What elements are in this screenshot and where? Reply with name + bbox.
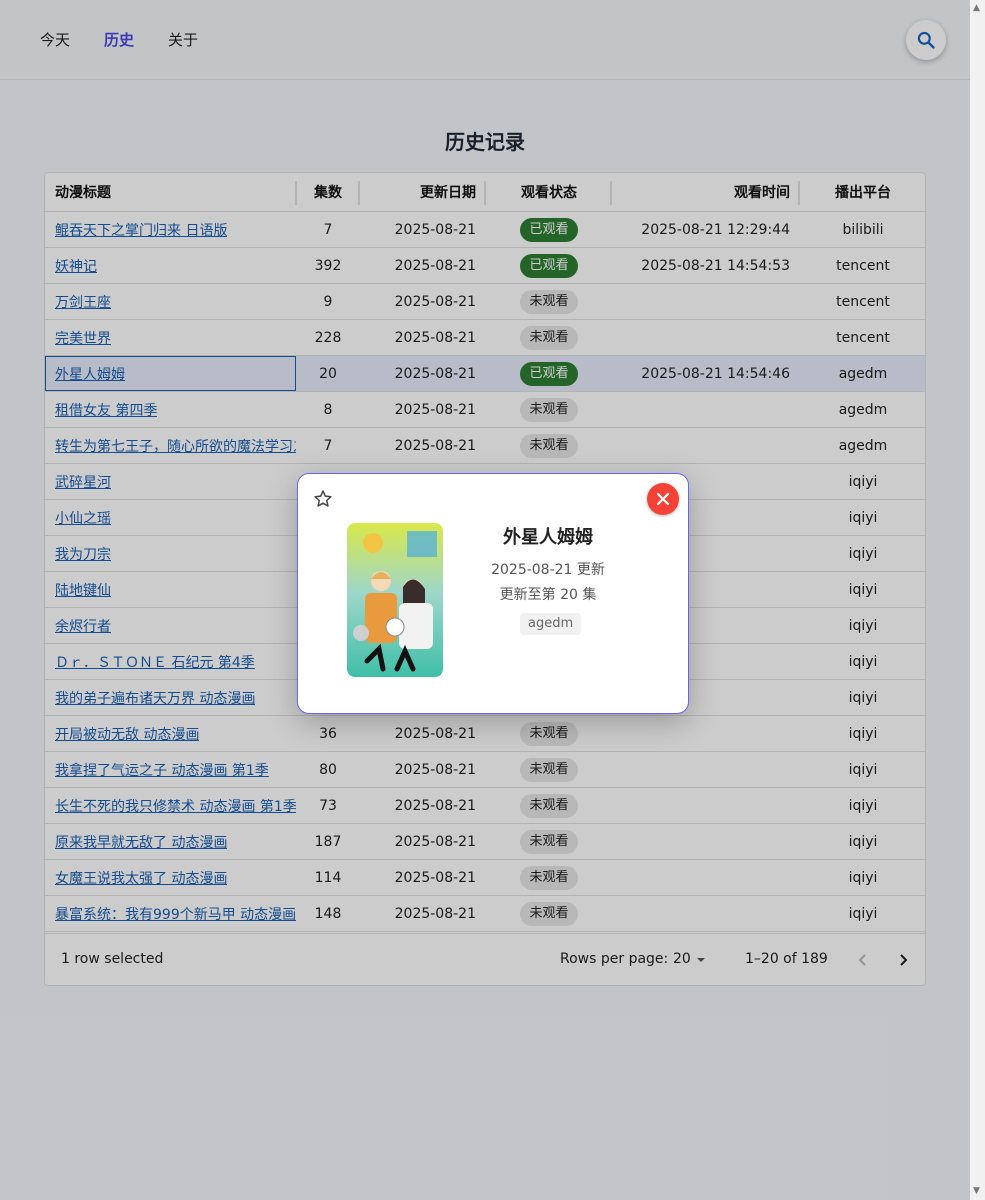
anime-detail-dialog: 外星人姆姆 2025-08-21 更新 更新至第 20 集 agedm bbox=[297, 473, 689, 714]
anime-poster bbox=[347, 523, 443, 677]
page-scrollbar[interactable]: ▲ ▼ bbox=[970, 0, 985, 1200]
close-button[interactable] bbox=[647, 483, 679, 515]
dialog-update-date: 2025-08-21 更新 bbox=[491, 562, 605, 578]
platform-tag: agedm bbox=[520, 613, 582, 635]
favorite-button[interactable] bbox=[313, 489, 333, 513]
close-icon bbox=[656, 492, 670, 506]
dialog-title: 外星人姆姆 bbox=[503, 527, 593, 548]
scroll-down-icon[interactable]: ▼ bbox=[973, 1186, 980, 1196]
scroll-up-icon[interactable]: ▲ bbox=[973, 3, 980, 13]
star-outline-icon bbox=[314, 490, 332, 507]
dialog-episode-info: 更新至第 20 集 bbox=[499, 587, 597, 603]
